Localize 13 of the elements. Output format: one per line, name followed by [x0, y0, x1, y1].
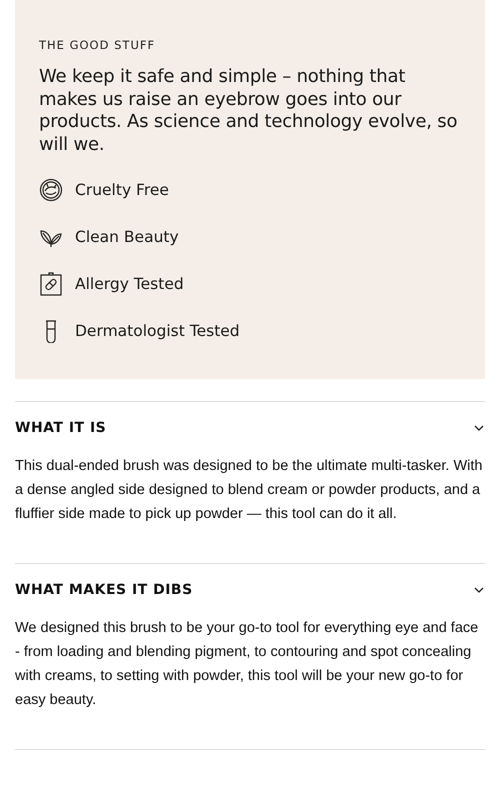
accordion-body: This dual-ended brush was designed to be the ultimate multi-tasker. With a dense angled side designed to blend cream or powder products, and a fluffier side made to pick up powder — this tool can do it all.: [15, 457, 484, 524]
accordion-header[interactable]: WHAT IT IS: [15, 420, 485, 436]
accordion-header[interactable]: WHAT MAKES IT DIBS: [15, 582, 485, 598]
section-eyebrow: THE GOOD STUFF: [39, 38, 156, 52]
feature-label: Dermatologist Tested: [75, 322, 240, 340]
accordion-title: WHAT MAKES IT DIBS: [15, 582, 193, 598]
feature-label: Allergy Tested: [75, 275, 184, 293]
feature-label: Clean Beauty: [75, 228, 179, 246]
accordion-body: We designed this brush to be your go-to tool for everything eye and face - from loading and blending pigment, to contouring and spot concealing with creams, to setting with powder, this tool will be your new go-to for easy beauty.: [15, 619, 480, 710]
section-heading: We keep it safe and simple – nothing that makes us raise an eyebrow goes into our products. As science and technology evolve, so will we.: [39, 66, 458, 156]
clipboard-pill-icon: [39, 272, 63, 296]
accordion-title: WHAT IT IS: [15, 420, 106, 436]
feature-label: Cruelty Free: [75, 181, 169, 199]
